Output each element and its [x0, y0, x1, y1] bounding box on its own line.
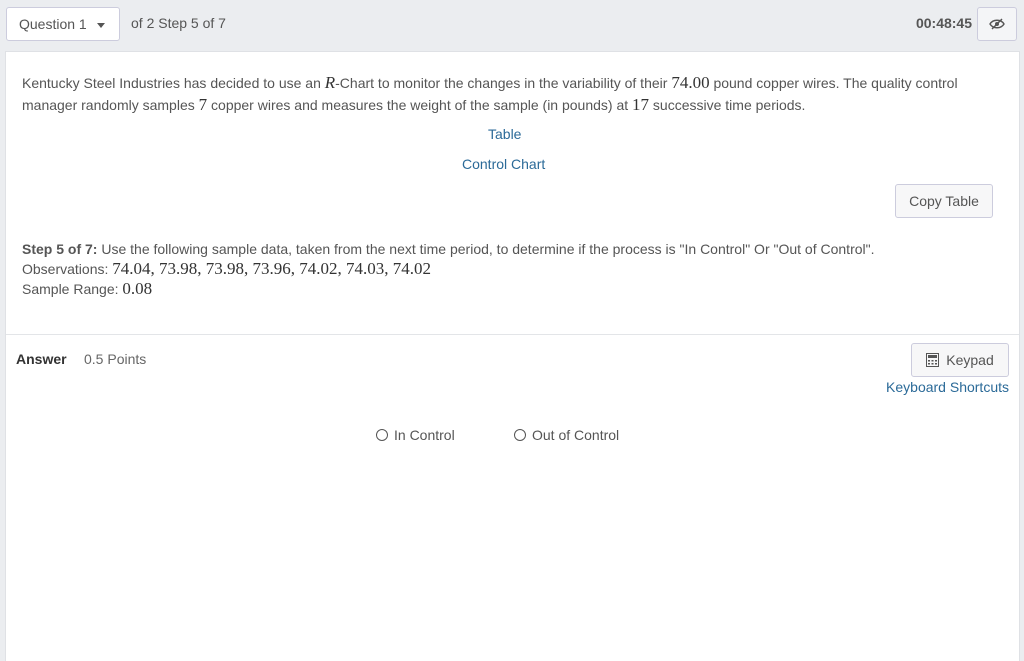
control-chart-link[interactable]: Control Chart — [462, 156, 545, 172]
problem-text: copper wires and measures the weight of … — [207, 97, 633, 113]
eye-slash-icon — [989, 18, 1005, 30]
top-bar: Question 1 of 2 Step 5 of 7 00:48:45 — [0, 0, 1024, 50]
step-text: Use the following sample data, taken fro… — [97, 241, 875, 257]
in-control-option[interactable]: In Control — [376, 427, 455, 443]
timer: 00:48:45 — [915, 15, 972, 31]
out-of-control-label: Out of Control — [532, 427, 620, 443]
step-description: Step 5 of 7: Use the following sample da… — [22, 239, 1002, 259]
question-dropdown[interactable]: Question 1 — [6, 7, 120, 41]
step-indicator: of 2 Step 5 of 7 — [131, 15, 226, 31]
sample-size: 7 — [198, 95, 208, 114]
points-value: 0.5 Points — [84, 351, 147, 367]
observations-value: 74.04, 73.98, 73.98, 73.96, 74.02, 74.03… — [112, 259, 432, 278]
sample-range-label: Sample Range: — [22, 281, 123, 297]
question-panel: Kentucky Steel Industries has decided to… — [5, 51, 1020, 661]
question-dropdown-label: Question 1 — [19, 16, 87, 32]
problem-statement: Kentucky Steel Industries has decided to… — [22, 72, 982, 116]
r-symbol: R — [324, 73, 336, 92]
keypad-label: Keypad — [946, 352, 994, 368]
in-control-label: In Control — [394, 427, 455, 443]
hide-timer-button[interactable] — [977, 7, 1017, 41]
keyboard-shortcuts-link[interactable]: Keyboard Shortcuts — [886, 379, 1009, 395]
wire-weight: 74.00 — [671, 73, 710, 92]
caret-down-icon — [96, 22, 105, 28]
keypad-button[interactable]: Keypad — [911, 343, 1009, 377]
table-link[interactable]: Table — [488, 126, 521, 142]
observations-row: Observations: 74.04, 73.98, 73.98, 73.96… — [22, 259, 1002, 279]
step-label: Step 5 of 7: — [22, 241, 98, 257]
problem-text: -Chart to monitor the changes in the var… — [335, 75, 672, 91]
problem-text: successive time periods. — [649, 97, 806, 113]
observations-label: Observations: — [22, 261, 113, 277]
divider — [6, 334, 1019, 335]
step-instructions: Step 5 of 7: Use the following sample da… — [22, 239, 1002, 299]
out-of-control-option[interactable]: Out of Control — [514, 427, 619, 443]
in-control-radio[interactable] — [376, 429, 388, 441]
copy-table-button[interactable]: Copy Table — [895, 184, 993, 218]
out-of-control-radio[interactable] — [514, 429, 526, 441]
sample-range-value: 0.08 — [122, 279, 153, 298]
answer-label: Answer — [16, 351, 67, 367]
sample-range-row: Sample Range: 0.08 — [22, 279, 1002, 299]
time-periods: 17 — [632, 95, 650, 114]
problem-text: Kentucky Steel Industries has decided to… — [22, 75, 325, 91]
calculator-icon — [926, 353, 940, 367]
